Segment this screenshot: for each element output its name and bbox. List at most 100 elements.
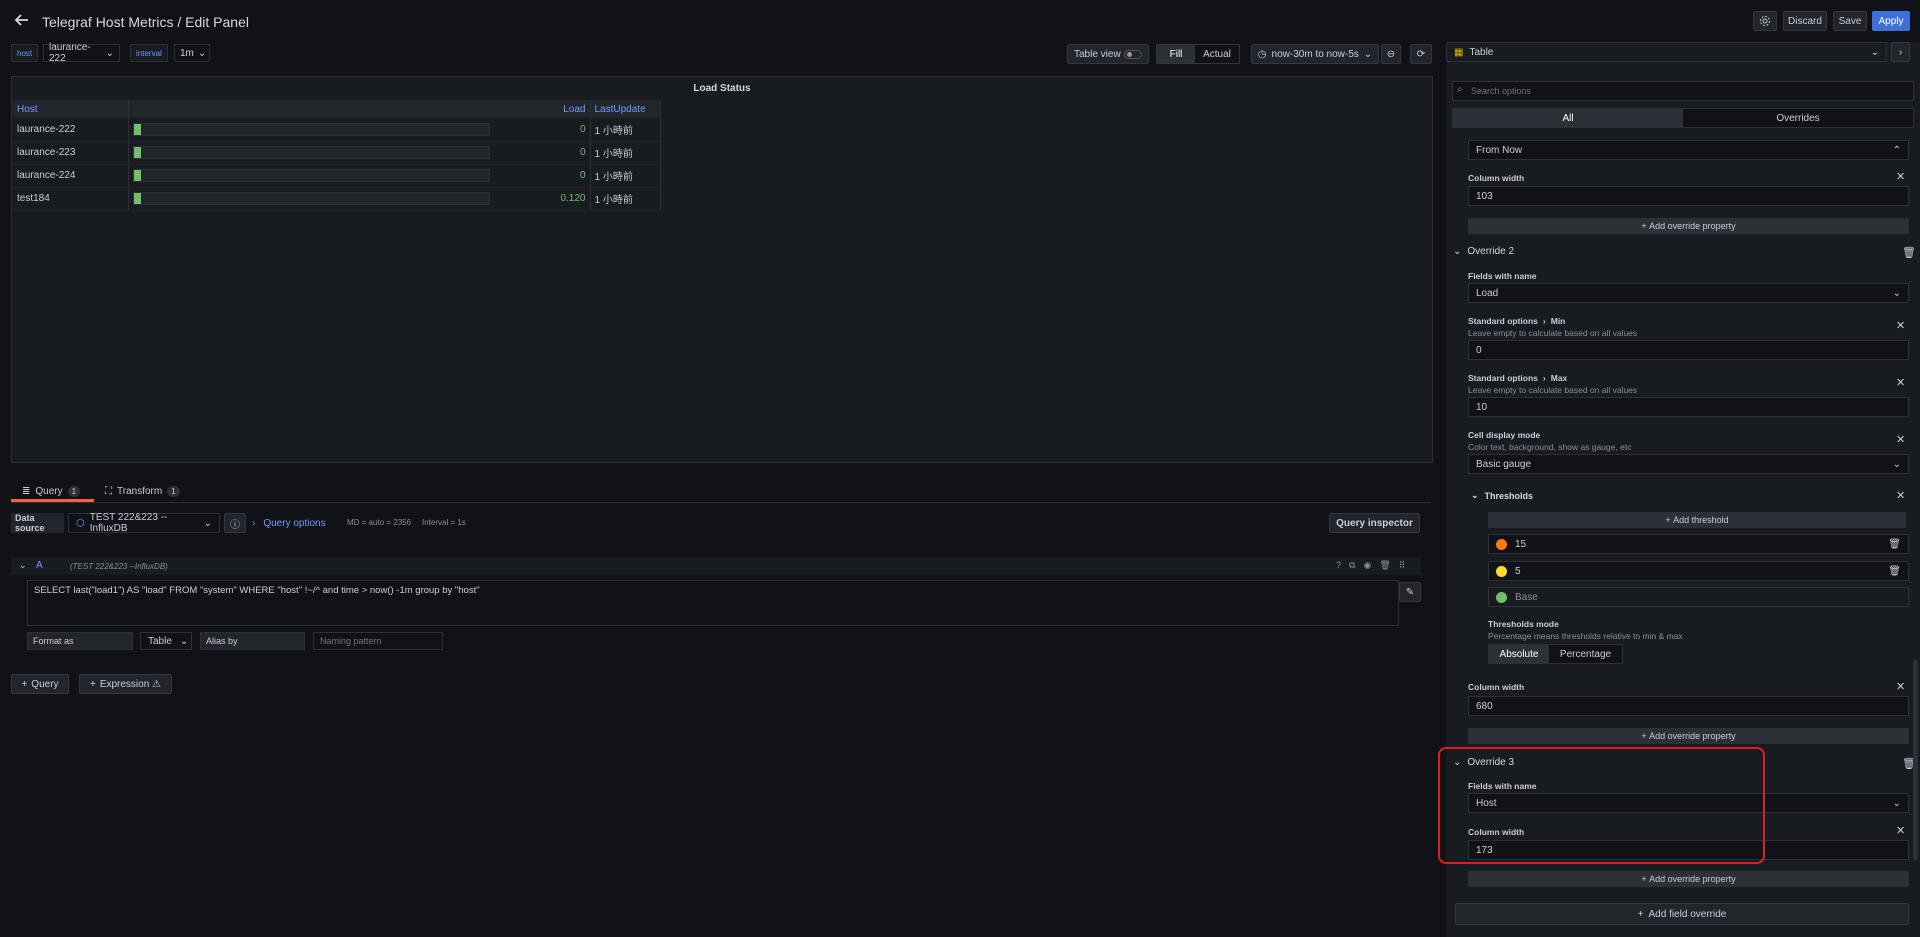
- threshold-color-swatch[interactable]: [1496, 591, 1507, 603]
- var-label-host: host: [11, 44, 39, 62]
- refresh-icon[interactable]: ⟳: [1410, 44, 1432, 64]
- fill-actual-group: Fill Actual: [1156, 44, 1240, 64]
- pencil-edit-icon[interactable]: ✎: [1399, 582, 1421, 602]
- column-header-load[interactable]: Load: [128, 100, 591, 118]
- close-icon[interactable]: ✕: [1896, 489, 1905, 502]
- override2-add-property-button[interactable]: + Add override property: [1468, 728, 1909, 744]
- threshold-color-swatch[interactable]: [1496, 538, 1507, 550]
- load-gauge-fill: [133, 123, 141, 135]
- alias-by-input[interactable]: [313, 632, 443, 650]
- var-value-host: laurance-222: [49, 42, 91, 64]
- var-value-interval: 1m: [180, 47, 194, 59]
- options-scrollbar[interactable]: [1913, 660, 1918, 860]
- override2-column-width-input[interactable]: [1468, 696, 1909, 716]
- datasource-picker[interactable]: ⬡ TEST 222&223 --InfluxDB ⌄: [68, 512, 220, 534]
- tab-all[interactable]: All: [1453, 109, 1683, 127]
- query-options-toggle[interactable]: › Query options: [252, 513, 342, 533]
- add-field-override-button[interactable]: + Add field override: [1455, 903, 1909, 925]
- save-button[interactable]: Save: [1833, 11, 1867, 31]
- mode-percentage-button[interactable]: Percentage: [1549, 645, 1622, 663]
- override1-property-select[interactable]: From Now ⌃: [1468, 140, 1909, 160]
- query-editor[interactable]: SELECT last("load1") AS "load" FROM "sys…: [27, 580, 1399, 626]
- load-gauge: [132, 122, 490, 136]
- chevron-down-icon: ⌄: [1870, 46, 1879, 58]
- query-inspector-button[interactable]: Query inspector: [1329, 513, 1420, 533]
- options-tabs: All Overrides: [1452, 108, 1914, 128]
- close-icon[interactable]: ✕: [1896, 319, 1905, 332]
- fill-button[interactable]: Fill: [1157, 45, 1195, 63]
- cell-lastupdate: 1 小時前: [590, 187, 661, 211]
- close-icon[interactable]: ✕: [1896, 824, 1905, 837]
- discard-button[interactable]: Discard: [1783, 11, 1827, 31]
- chevron-down-icon: ⌄: [1892, 287, 1901, 299]
- mode-absolute-button[interactable]: Absolute: [1489, 645, 1549, 663]
- time-range-picker[interactable]: ◷ now-30m to now-5s ⌄: [1251, 44, 1379, 64]
- override2-max-input[interactable]: [1468, 397, 1909, 417]
- zoom-out-icon[interactable]: ⊖: [1381, 44, 1401, 64]
- cell-host: laurance-223: [13, 141, 129, 165]
- tab-transform[interactable]: ⛶ Transform 1: [105, 481, 180, 501]
- override2-fields-select[interactable]: Load ⌄: [1468, 283, 1909, 303]
- max-category: Standard options: [1468, 373, 1538, 383]
- cell-load: 0: [128, 141, 591, 165]
- threshold-row[interactable]: 5 🗑: [1488, 561, 1909, 581]
- threshold-color-swatch[interactable]: [1496, 565, 1507, 577]
- query-count-badge: 1: [67, 485, 81, 497]
- collapse-pane-icon[interactable]: ›: [1891, 42, 1910, 62]
- collapse-chevron-icon[interactable]: ⌄: [19, 560, 27, 571]
- var-select-interval[interactable]: 1m ⌄: [174, 44, 210, 62]
- eye-icon[interactable]: ◉: [1363, 560, 1371, 571]
- trash-icon[interactable]: 🗑: [1888, 566, 1901, 577]
- apply-button[interactable]: Apply: [1872, 11, 1910, 31]
- chevron-down-icon: ⌄: [105, 47, 114, 59]
- add-threshold-button[interactable]: + Add threshold: [1488, 512, 1906, 528]
- override3-add-property-button[interactable]: + Add override property: [1468, 871, 1909, 887]
- override2-header[interactable]: ⌄ Override 2: [1453, 246, 1514, 257]
- chevron-down-icon: ⌄: [1892, 797, 1901, 809]
- trash-icon[interactable]: 🗑: [1379, 560, 1390, 571]
- close-icon[interactable]: ✕: [1896, 170, 1905, 183]
- visualization-picker[interactable]: ▦ Table ⌄: [1446, 42, 1887, 62]
- column-header-lastupdate[interactable]: LastUpdate: [590, 100, 661, 118]
- plus-icon: +: [89, 678, 96, 690]
- query-ref-id[interactable]: A: [36, 560, 43, 571]
- close-icon[interactable]: ✕: [1896, 433, 1905, 446]
- threshold-value: 15: [1515, 538, 1527, 550]
- add-query-button[interactable]: + Query: [11, 674, 69, 694]
- column-header-host[interactable]: Host: [13, 100, 129, 118]
- settings-gear-icon[interactable]: [1753, 11, 1777, 31]
- override2-column-width-label: Column width: [1468, 682, 1525, 692]
- threshold-row[interactable]: 15 🗑: [1488, 534, 1909, 554]
- add-expression-button[interactable]: + Expression ⚠: [79, 674, 172, 694]
- override2-min-input[interactable]: [1468, 340, 1909, 360]
- duplicate-icon[interactable]: ⧉: [1349, 560, 1355, 571]
- plus-icon: +: [1641, 874, 1650, 884]
- search-options-input[interactable]: [1452, 81, 1914, 101]
- thresholds-header[interactable]: ⌄ Thresholds: [1471, 490, 1533, 501]
- active-tab-indicator: [11, 499, 94, 502]
- chevron-right-icon: ›: [1542, 316, 1546, 326]
- cell-load: 0.120: [128, 187, 591, 211]
- load-gauge: [132, 192, 490, 205]
- help-icon[interactable]: ⓘ: [224, 513, 246, 533]
- trash-icon[interactable]: 🗑: [1902, 246, 1916, 259]
- tab-query[interactable]: ≣ Query 1: [22, 481, 81, 501]
- trash-icon[interactable]: 🗑: [1888, 539, 1901, 550]
- override1-add-property-button[interactable]: + Add override property: [1468, 218, 1909, 234]
- back-arrow-icon[interactable]: [14, 12, 32, 30]
- override1-column-width-label: Column width: [1468, 173, 1525, 183]
- format-as-select[interactable]: Table ⌄: [140, 632, 192, 650]
- override1-column-width-input[interactable]: [1468, 186, 1909, 206]
- drag-handle-icon[interactable]: ⠿: [1399, 560, 1406, 571]
- panel-title: Load Status: [693, 83, 751, 94]
- query-options-label: Query options: [263, 517, 326, 529]
- override2-cell-select[interactable]: Basic gauge ⌄: [1468, 454, 1909, 474]
- table-view-toggle[interactable]: Table view: [1067, 44, 1149, 64]
- tab-query-label: Query: [35, 485, 63, 497]
- tab-overrides[interactable]: Overrides: [1683, 109, 1913, 127]
- help-icon[interactable]: ?: [1336, 560, 1341, 571]
- close-icon[interactable]: ✕: [1896, 376, 1905, 389]
- var-select-host[interactable]: laurance-222 ⌄: [43, 42, 120, 64]
- actual-button[interactable]: Actual: [1195, 45, 1239, 63]
- close-icon[interactable]: ✕: [1896, 680, 1905, 693]
